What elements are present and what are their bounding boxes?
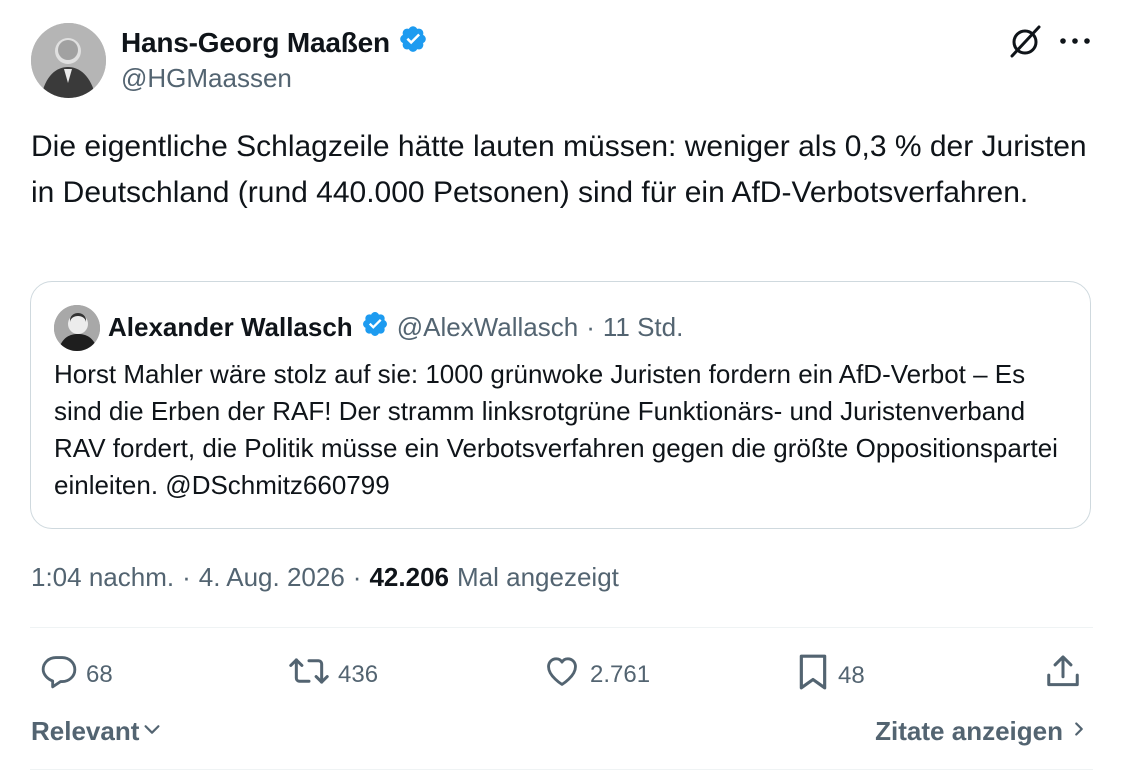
reply-icon <box>40 652 78 697</box>
reply-button[interactable]: 68 <box>40 652 113 697</box>
views-label: Mal angezeigt <box>457 562 619 592</box>
like-button[interactable]: 2.761 <box>542 652 650 697</box>
quoted-author-name[interactable]: Alexander Wallasch <box>108 312 353 343</box>
author-name-row[interactable]: Hans-Georg Maaßen <box>121 24 428 61</box>
quoted-tweet-card[interactable]: Alexander Wallasch @AlexWallasch · 11 St… <box>30 281 1091 529</box>
verified-badge-icon <box>361 310 389 345</box>
author-handle[interactable]: @HGMaassen <box>121 63 292 94</box>
like-icon <box>542 652 582 697</box>
more-icon[interactable] <box>1058 22 1092 65</box>
tweet-meta: 1:04 nachm. · 4. Aug. 2026 · 42.206 Mal … <box>31 562 619 593</box>
quoted-header: Alexander Wallasch @AlexWallasch · 11 St… <box>108 310 683 345</box>
grok-icon[interactable] <box>1006 22 1044 65</box>
bookmark-icon <box>796 652 830 699</box>
reply-count: 68 <box>86 660 113 688</box>
quoted-separator: · <box>586 312 595 342</box>
quoted-timestamp[interactable]: 11 Std. <box>603 312 683 343</box>
tweet-time[interactable]: 1:04 nachm. <box>31 562 174 593</box>
meta-separator: · <box>352 562 362 592</box>
meta-separator: · <box>182 562 191 592</box>
divider <box>30 769 1093 770</box>
tweet-text: Die eigentliche Schlagzeile hätte lauten… <box>31 130 1087 209</box>
like-count: 2.761 <box>590 660 651 688</box>
share-button[interactable] <box>1044 652 1082 699</box>
bookmark-button[interactable]: 48 <box>796 652 865 699</box>
quoted-author-handle[interactable]: @AlexWallasch <box>397 312 578 343</box>
verified-badge-icon[interactable] <box>398 24 428 61</box>
share-icon <box>1044 652 1082 699</box>
bookmark-count: 48 <box>838 661 865 689</box>
repost-button[interactable]: 436 <box>288 652 378 697</box>
view-quotes-link[interactable]: Zitate anzeigen <box>875 716 1087 747</box>
sort-dropdown[interactable]: Relevant <box>31 716 163 747</box>
quotes-label: Zitate anzeigen <box>875 716 1063 746</box>
author-name[interactable]: Hans-Georg Maaßen <box>121 27 390 59</box>
chevron-down-icon <box>141 716 163 747</box>
quoted-author-avatar[interactable] <box>54 305 100 351</box>
quoted-tweet-text: Horst Mahler wäre stolz auf sie: 1000 gr… <box>54 359 1058 500</box>
chevron-right-icon <box>1071 716 1087 747</box>
views-count: 42.206 <box>369 562 449 592</box>
author-avatar[interactable] <box>31 23 106 98</box>
divider <box>30 627 1093 628</box>
repost-icon <box>288 652 330 697</box>
sort-label: Relevant <box>31 716 140 746</box>
repost-count: 436 <box>338 660 379 688</box>
tweet-date[interactable]: 4. Aug. 2026 <box>199 562 345 593</box>
